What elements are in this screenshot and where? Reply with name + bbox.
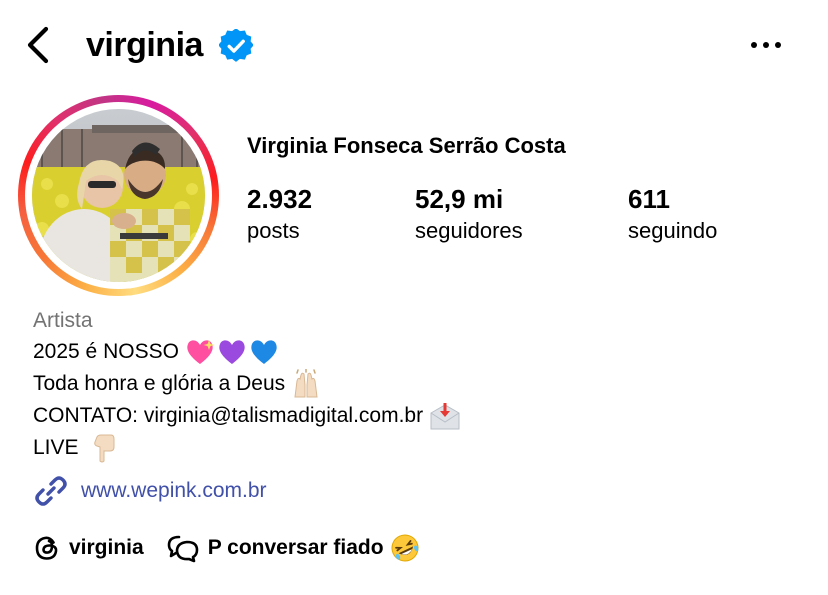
more-options-button[interactable]	[746, 30, 786, 58]
threads-button[interactable]: virginia	[33, 533, 144, 563]
rofl-emoji-icon	[391, 534, 419, 562]
bio-line-3: CONTATO: virginia@talismadigital.com.br	[33, 400, 793, 432]
profile-avatar[interactable]	[32, 109, 205, 282]
stat-following-label: seguindo	[628, 218, 718, 243]
external-link-text[interactable]: www.wepink.com.br	[81, 479, 267, 503]
stat-following-value: 611	[628, 184, 670, 214]
stat-posts[interactable]: 2.932 posts	[247, 182, 312, 246]
envelope-arrow-emoji-icon	[430, 403, 460, 430]
more-dot-icon	[751, 42, 757, 48]
more-dot-icon	[763, 42, 769, 48]
stat-followers-value: 52,9 mi	[415, 184, 504, 214]
threads-icon	[35, 536, 58, 560]
avatar-photo	[32, 109, 205, 282]
bio-line-3-text: CONTATO: virginia@talismadigital.com.br	[33, 404, 424, 427]
verified-badge-icon	[219, 29, 253, 62]
chat-bubbles-icon	[167, 535, 199, 563]
bio-line-1-text: 2025 é NOSSO	[33, 340, 179, 363]
stat-posts-value: 2.932	[247, 184, 313, 214]
bio-line-2: Toda honra e glória a Deus	[33, 368, 793, 400]
stat-followers[interactable]: 52,9 mi seguidores	[415, 182, 523, 246]
bio-line-1: 2025 é NOSSO	[33, 336, 793, 368]
profile-bio: Artista 2025 é NOSSO Toda honra e glória…	[33, 306, 793, 464]
header-username: virginia	[86, 26, 203, 64]
profile-full-name: Virginia Fonseca Serrão Costa	[247, 133, 566, 158]
stat-posts-label: posts	[247, 218, 300, 243]
external-link[interactable]: www.wepink.com.br	[33, 474, 267, 508]
stat-followers-label: seguidores	[415, 218, 523, 243]
chat-label: P conversar fiado	[207, 536, 384, 559]
bio-line-4: LIVE	[33, 432, 793, 464]
threads-label: virginia	[69, 536, 144, 559]
profile-badges-row: virginia P conversar fiado	[33, 530, 428, 566]
back-button[interactable]	[22, 24, 56, 66]
pointing-down-emoji-icon	[93, 434, 115, 463]
bio-line-2-text: Toda honra e glória a Deus	[33, 372, 286, 395]
profile-header: virginia	[0, 0, 828, 90]
profile-category: Artista	[33, 309, 93, 332]
stat-following[interactable]: 611 seguindo	[628, 182, 717, 246]
more-dot-icon	[775, 42, 781, 48]
story-ring[interactable]	[18, 95, 219, 296]
bio-line-4-text: LIVE	[33, 436, 79, 459]
link-icon	[35, 476, 67, 506]
chat-button[interactable]: P conversar fiado	[166, 533, 428, 563]
raising-hands-emoji-icon	[294, 369, 318, 398]
hearts-emoji-icon	[187, 340, 277, 364]
